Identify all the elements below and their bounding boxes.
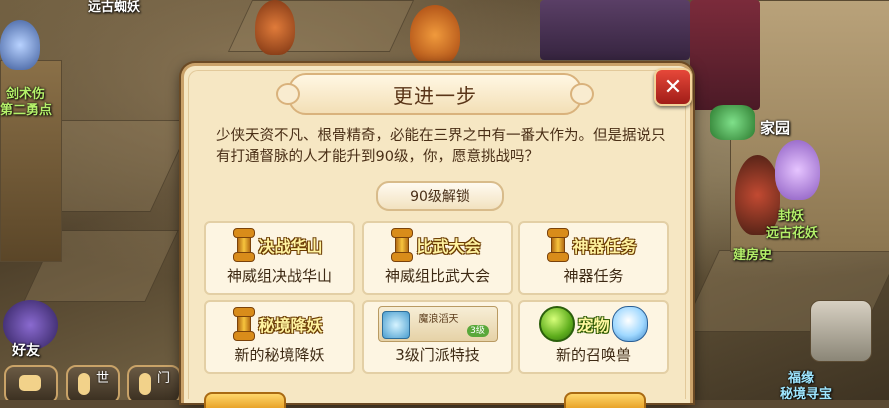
- skill-icon: [381, 311, 410, 339]
- feature-caption: 3级门派特技: [395, 346, 480, 364]
- ornament: [276, 83, 300, 105]
- world-voice-button[interactable]: 世: [66, 365, 120, 400]
- chat-button[interactable]: [4, 365, 58, 400]
- feature-banner: 宠物: [577, 316, 610, 335]
- world-voice-label: 世: [96, 371, 110, 386]
- dialog-title-plate: 更进一步: [276, 73, 594, 115]
- ornament: [570, 83, 594, 105]
- unlock-level-tag: 90级解锁: [376, 181, 504, 211]
- sect-voice-button[interactable]: 门: [127, 365, 181, 400]
- feature-card[interactable]: 秘境降妖 新的秘境降妖: [204, 300, 355, 374]
- sect-skill-box: 魔浪滔天 3级: [377, 306, 498, 342]
- feature-caption: 新的召唤兽: [555, 346, 631, 364]
- feature-caption: 神威组决战华山: [226, 267, 332, 285]
- npc-sprite[interactable]: [410, 5, 460, 65]
- scroll-icon: [232, 228, 256, 262]
- skill-name: 魔浪滔天: [418, 314, 459, 325]
- feature-caption: 神器任务: [563, 267, 624, 285]
- level-unlock-dialog: 更进一步 ✕ 少侠天资不凡、根骨精奇，必能在三界之中有一番大作为。但是据说只有打…: [181, 63, 693, 408]
- home-sign[interactable]: [710, 105, 755, 140]
- scroll-icon: [390, 228, 414, 262]
- microphone-icon: [139, 373, 151, 395]
- flower-demon-sprite[interactable]: [775, 140, 820, 200]
- feature-caption: 新的秘境降妖: [234, 346, 325, 364]
- npc-name: 秘境寻宝: [780, 387, 833, 400]
- npc-name: 远古花妖: [766, 226, 819, 241]
- npc-name: 远古蜘妖: [88, 0, 141, 15]
- sect-voice-label: 门: [157, 371, 171, 386]
- feature-caption: 神威组比武大会: [384, 267, 490, 285]
- scroll-icon: [232, 307, 256, 341]
- pet-egg-icon: [539, 306, 576, 342]
- npc-name: 第二勇点: [0, 103, 53, 118]
- npc-sprite[interactable]: [255, 0, 295, 55]
- feature-card[interactable]: 宠物 新的召唤兽: [518, 300, 669, 374]
- feature-card[interactable]: 比武大会 神威组比武大会: [362, 221, 513, 295]
- feature-banner: 神器任务: [572, 237, 637, 256]
- dialog-right-button[interactable]: [564, 392, 646, 408]
- microphone-icon: [78, 373, 90, 395]
- banner-flag: [690, 0, 760, 110]
- skill-level-badge: 3级: [466, 325, 489, 337]
- chat-icon: [19, 375, 41, 391]
- tent-roof: [540, 0, 690, 60]
- feature-card[interactable]: 魔浪滔天 3级 3级门派特技: [362, 300, 513, 374]
- treasure-chest[interactable]: [810, 300, 872, 362]
- summon-beast-icon: [611, 306, 648, 342]
- feature-banner: 比武大会: [416, 237, 481, 256]
- close-button[interactable]: ✕: [654, 68, 692, 106]
- feature-banner: 决战华山: [258, 237, 323, 256]
- npc-name: 建房史: [733, 248, 773, 263]
- close-icon: ✕: [663, 74, 683, 100]
- npc-sprite[interactable]: [0, 20, 40, 70]
- feature-card[interactable]: 决战华山 神威组决战华山: [204, 221, 355, 295]
- feature-card[interactable]: 神器任务 神器任务: [518, 221, 669, 295]
- scroll-icon: [546, 228, 570, 262]
- npc-name-home: 家园: [760, 119, 791, 137]
- dialog-title: 更进一步: [393, 83, 477, 108]
- feature-banner: 秘境降妖: [258, 316, 323, 335]
- dialog-description: 少侠天资不凡、根骨精奇，必能在三界之中有一番大作为。但是据说只有打通督脉的人才能…: [216, 128, 666, 165]
- dialog-left-button[interactable]: [204, 392, 286, 408]
- friends-label[interactable]: 好友: [12, 340, 40, 360]
